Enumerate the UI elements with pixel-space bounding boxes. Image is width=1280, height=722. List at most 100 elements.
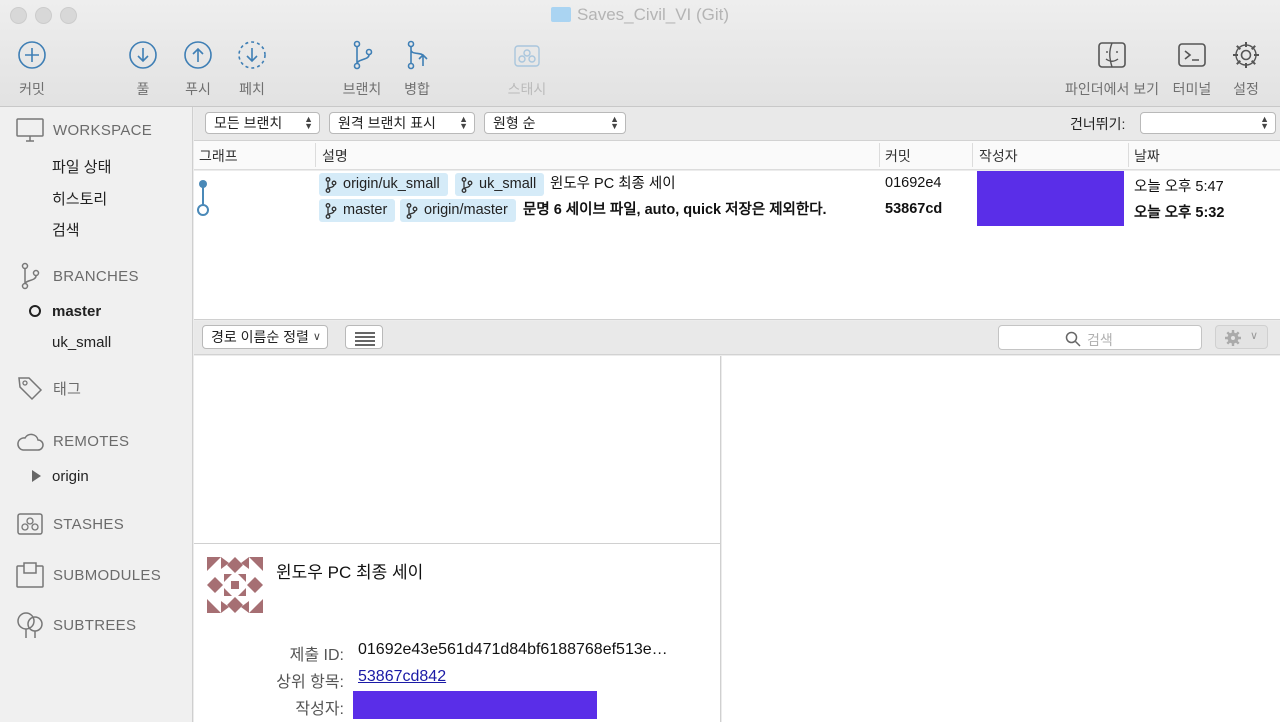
updown-chevron-icon: ▲ ▼ <box>1260 114 1269 131</box>
parent-label: 상위 항목: <box>276 674 344 691</box>
cloud-icon <box>16 428 44 454</box>
show-in-finder-button[interactable]: 파인더에서 보기 <box>1060 40 1164 99</box>
column-date[interactable]: 날짜 <box>1134 146 1160 166</box>
commit-button[interactable]: 커밋 <box>0 40 67 99</box>
monitor-icon <box>16 117 44 143</box>
column-author[interactable]: 작성자 <box>979 146 1018 166</box>
branch-icon <box>406 203 418 219</box>
stash-icon <box>514 45 540 67</box>
column-divider <box>879 143 880 167</box>
commit-table-header: 그래프 설명 커밋 작성자 날짜 <box>194 141 1280 170</box>
chevron-down-icon: ∨ <box>312 331 321 343</box>
column-commit[interactable]: 커밋 <box>885 146 911 166</box>
sidebar-section-submodules[interactable]: SUBMODULES <box>16 562 161 588</box>
sidebar-item-remote[interactable]: origin <box>52 468 89 485</box>
current-branch-icon <box>29 305 41 317</box>
chevron-down-icon: ∨ <box>1250 330 1259 342</box>
updown-chevron-icon: ▲ ▼ <box>304 114 313 131</box>
commit-hash: 01692e4 <box>885 175 942 191</box>
gear-icon <box>1225 330 1241 346</box>
column-divider <box>315 143 316 167</box>
branch-icon <box>461 177 473 193</box>
sidebar-section-subtrees[interactable]: SUBTREES <box>16 612 136 638</box>
branch-icon <box>325 177 337 193</box>
settings-button[interactable]: 설정 <box>1211 40 1280 99</box>
toolbar: Saves_Civil_VI (Git) 커밋 풀 푸시 페치 브랜치 병합 스… <box>0 0 1280 107</box>
avatar <box>207 557 263 613</box>
branch-tag[interactable]: uk_small <box>455 173 545 196</box>
branch-tag[interactable]: origin/master <box>400 199 516 222</box>
folder-icon <box>550 7 571 22</box>
commit-date: 오늘 오후 5:32 <box>1134 205 1225 221</box>
column-divider <box>1128 143 1129 167</box>
stash-icon <box>16 511 44 537</box>
list-icon <box>355 332 375 346</box>
updown-chevron-icon: ▲ ▼ <box>459 114 468 131</box>
diff-pane[interactable] <box>722 356 1280 722</box>
branch-tag[interactable]: master <box>319 199 396 222</box>
search-icon <box>1065 331 1081 347</box>
arrow-up-circle-icon <box>184 41 212 69</box>
gear-icon <box>1233 42 1259 68</box>
sidebar-item-search[interactable]: 검색 <box>52 219 80 240</box>
sidebar: WORKSPACE 파일 상태 히스토리 검색 BRANCHES master … <box>0 107 193 722</box>
updown-chevron-icon: ▲ ▼ <box>610 114 619 131</box>
remote-branch-select[interactable]: 원격 브랜치 표시 ▲ ▼ <box>329 112 475 134</box>
commit-id-label: 제출 ID: <box>289 647 344 664</box>
branch-icon <box>16 262 44 290</box>
file-toolbar: 경로 이름순 정렬 ∨ 검색 ∨ <box>194 321 1280 355</box>
skip-label: 건너뛰기: <box>1070 116 1126 132</box>
commit-date: 오늘 오후 5:47 <box>1134 179 1224 195</box>
fetch-button[interactable]: 페치 <box>217 40 287 99</box>
commit-id-value: 01692e43e561d471d84bf6188768ef513e… <box>358 641 668 658</box>
merge-icon <box>407 40 428 70</box>
plus-circle-icon <box>18 41 46 69</box>
sidebar-section-stashes[interactable]: STASHES <box>16 511 124 537</box>
parent-commit-link[interactable]: 53867cd842 <box>358 668 446 686</box>
sidebar-section-remotes[interactable]: REMOTES <box>16 428 129 454</box>
merge-button[interactable]: 병합 <box>382 40 452 99</box>
sidebar-item-branch[interactable]: uk_small <box>52 334 111 351</box>
arrow-down-circle-icon <box>129 41 157 69</box>
list-view-button[interactable] <box>345 325 383 349</box>
sidebar-item-history[interactable]: 히스토리 <box>52 188 107 209</box>
sidebar-item-file-status[interactable]: 파일 상태 <box>52 156 111 177</box>
commit-message: 문명 6 세이브 파일, auto, quick 저장은 제외한다. <box>523 202 827 218</box>
sort-select[interactable]: 경로 이름순 정렬 ∨ <box>202 325 328 349</box>
commit-table: origin/uk_small uk_small 윈도우 PC 최종 세이 01… <box>194 171 1280 320</box>
commit-title: 윈도우 PC 최종 세이 <box>276 563 424 582</box>
table-row[interactable]: master origin/master 문명 6 세이브 파일, auto, … <box>194 197 1280 224</box>
submodule-icon <box>16 562 44 588</box>
author-redaction <box>353 691 597 719</box>
skip-select[interactable]: ▲ ▼ <box>1140 112 1276 134</box>
order-select[interactable]: 원형 순 ▲ ▼ <box>484 112 626 134</box>
tag-icon <box>16 375 44 401</box>
file-list-pane[interactable] <box>194 356 721 543</box>
tree-icon <box>16 612 44 638</box>
stash-button[interactable]: 스태시 <box>492 40 562 99</box>
commit-detail-pane: 윈도우 PC 최종 세이 제출 ID: 01692e43e561d471d84b… <box>194 543 721 722</box>
filter-bar: 모든 브랜치 ▲ ▼ 원격 브랜치 표시 ▲ ▼ 원형 순 ▲ ▼ 건너뛰기: ▲ ▼ <box>194 107 1280 141</box>
window-title: Saves_Civil_VI (Git) <box>0 5 1280 25</box>
column-divider <box>972 143 973 167</box>
sidebar-section-branches[interactable]: BRANCHES <box>16 262 139 290</box>
commit-message: 윈도우 PC 최종 세이 <box>550 176 676 192</box>
finder-icon <box>1098 42 1126 68</box>
terminal-icon <box>1178 43 1206 67</box>
column-graph[interactable]: 그래프 <box>199 146 238 166</box>
author-label: 작성자: <box>295 701 344 718</box>
sidebar-item-branch[interactable]: master <box>52 303 101 320</box>
branch-filter-select[interactable]: 모든 브랜치 ▲ ▼ <box>205 112 320 134</box>
search-input[interactable]: 검색 <box>998 325 1202 350</box>
disclosure-triangle-icon[interactable] <box>32 470 41 482</box>
branch-icon <box>353 40 373 70</box>
dashed-arrow-down-icon <box>238 41 266 69</box>
commit-hash: 53867cd <box>885 201 943 217</box>
table-row[interactable]: origin/uk_small uk_small 윈도우 PC 최종 세이 01… <box>194 171 1280 198</box>
options-menu-button[interactable]: ∨ <box>1215 325 1268 349</box>
branch-icon <box>325 203 337 219</box>
sidebar-section-workspace[interactable]: WORKSPACE <box>16 117 152 143</box>
branch-tag[interactable]: origin/uk_small <box>319 173 448 196</box>
sidebar-section-tags[interactable]: 태그 <box>16 375 81 401</box>
column-description[interactable]: 설명 <box>322 146 348 166</box>
